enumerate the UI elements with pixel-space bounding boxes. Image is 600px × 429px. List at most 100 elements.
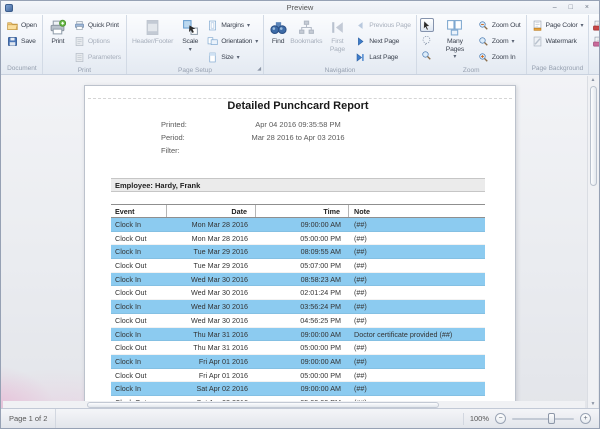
table-row: Clock In Fri Apr 01 2016 09:00:00 AM (##… [111,355,485,369]
many-pages-dropdown-arrow: ▾ [453,53,456,60]
column-header-time: Time [256,205,349,217]
cell-event: Clock In [111,382,167,395]
group-label-page-background: Page Background [527,63,589,74]
options-icon [74,36,85,47]
scroll-up-icon[interactable]: ▲ [588,76,598,85]
zoom-slider[interactable] [512,413,574,424]
ribbon-group-zoom: Many Pages ▾ Zoom Out Zoom ▾ Z [417,15,527,74]
pointer-tool-button[interactable] [420,18,434,32]
cell-note: (##) [349,355,485,368]
cell-time: 09:00:00 AM [256,218,349,231]
ribbon-group-navigation: Find Bookmarks First Page Previous Page [264,15,417,74]
zoom-button[interactable]: Zoom ▾ [476,34,523,49]
print-button[interactable]: Print [46,17,70,65]
cell-note: (##) [349,300,485,313]
first-page-icon [329,19,346,36]
magnifier-tool-button[interactable] [420,48,434,62]
cell-event: Clock Out [111,341,167,354]
margins-dropdown-arrow: ▾ [247,22,250,29]
last-page-button[interactable]: Last Page [353,50,413,65]
zoom-in-slider-button[interactable]: + [580,413,591,424]
size-icon [207,52,218,63]
watermark-icon [532,36,543,47]
zoom-slider-thumb[interactable] [548,413,555,424]
zoom-out-slider-button[interactable]: − [495,413,506,424]
scale-icon [182,19,199,36]
page-color-icon [532,20,543,31]
cell-event: Clock Out [111,286,167,299]
cell-time: 08:09:55 AM [256,245,349,258]
ribbon-group-document: Open Save Document [2,15,43,74]
scale-dropdown-arrow: ▾ [189,46,192,53]
cell-note: (##) [349,369,485,382]
table-row: Clock In Tue Mar 29 2016 08:09:55 AM (##… [111,245,485,259]
minimize-button[interactable]: – [553,1,557,14]
cell-note: (##) [349,382,485,395]
cell-date: Wed Mar 30 2016 [167,314,256,327]
cell-event: Clock Out [111,232,167,245]
zoom-out-icon [478,20,489,31]
cell-time: 05:00:00 PM [256,369,349,382]
group-label-page-setup: Page Setup [127,65,263,74]
table-body: Clock In Mon Mar 28 2016 09:00:00 AM (##… [111,218,485,410]
period-row: Period: Mar 28 2016 to Apr 03 2016 [111,131,485,144]
zoom-in-icon [478,52,489,63]
cell-time: 05:00:00 PM [256,232,349,245]
cell-time: 02:01:24 PM [256,286,349,299]
size-button[interactable]: Size ▾ [205,50,260,65]
cell-event: Clock In [111,328,167,341]
cell-note: Doctor certificate provided (##) [349,328,485,341]
next-page-icon [355,36,366,47]
send-document-button[interactable]: ▾ [592,34,600,49]
maximize-button[interactable]: □ [569,1,573,14]
cell-event: Clock In [111,245,167,258]
magnifier-icon [421,50,432,61]
ribbon-group-page-background: Page Color ▾ Watermark Page Background [527,15,590,74]
report-page: Detailed Punchcard Report Printed: Apr 0… [84,85,516,410]
page-color-button[interactable]: Page Color ▾ [530,18,586,33]
save-button[interactable]: Save [5,34,39,49]
orientation-dropdown-arrow: ▾ [255,38,258,45]
cell-date: Thu Mar 31 2016 [167,341,256,354]
filter-label: Filter: [161,146,180,155]
page-color-dropdown-arrow: ▾ [581,22,584,29]
many-pages-button[interactable]: Many Pages ▾ [436,17,474,65]
zoom-out-button[interactable]: Zoom Out [476,18,523,33]
binoculars-icon [270,19,287,36]
cell-event: Clock In [111,273,167,286]
scale-button[interactable]: Scale ▾ [177,17,203,65]
quick-print-button[interactable]: Quick Print [72,18,123,33]
page-indicator: Page 1 of 2 [1,409,56,428]
margins-button[interactable]: Margins ▾ [205,18,260,33]
vertical-scrollbar[interactable]: ▲ ▼ [587,76,598,409]
table-row: Clock Out Wed Mar 30 2016 02:01:24 PM (#… [111,286,485,300]
cell-event: Clock In [111,355,167,368]
horizontal-scrollbar-thumb[interactable] [87,402,439,408]
watermark-button[interactable]: Watermark [530,34,586,49]
orientation-button[interactable]: Orientation ▾ [205,34,260,49]
table-row: Clock Out Thu Mar 31 2016 05:00:00 PM (#… [111,341,485,355]
page-setup-dialog-launcher-icon[interactable]: ◢ [257,67,261,72]
header-footer-icon [144,19,161,36]
cell-time: 05:07:00 PM [256,259,349,272]
find-button[interactable]: Find [267,17,289,65]
export-document-button[interactable]: ▾ [592,18,600,33]
printed-row: Printed: Apr 04 2016 09:35:58 PM [111,118,485,131]
table-header-row: Event Date Time Note [111,204,485,218]
cell-note: (##) [349,218,485,231]
cell-time: 03:56:24 PM [256,300,349,313]
open-button[interactable]: Open [5,18,39,33]
cell-date: Mon Mar 28 2016 [167,218,256,231]
printed-value: Apr 04 2016 09:35:58 PM [111,120,485,129]
next-page-button[interactable]: Next Page [353,34,413,49]
table-row: Clock In Sat Apr 02 2016 09:00:00 AM (##… [111,382,485,396]
zoom-icon [478,36,489,47]
cell-date: Wed Mar 30 2016 [167,273,256,286]
zoom-in-button[interactable]: Zoom In [476,50,523,65]
save-icon [7,36,18,47]
close-button[interactable]: × [585,1,589,14]
pan-tool-button[interactable] [420,33,434,47]
vertical-scrollbar-thumb[interactable] [590,86,597,186]
quick-print-icon [74,20,85,31]
cell-note: (##) [349,314,485,327]
